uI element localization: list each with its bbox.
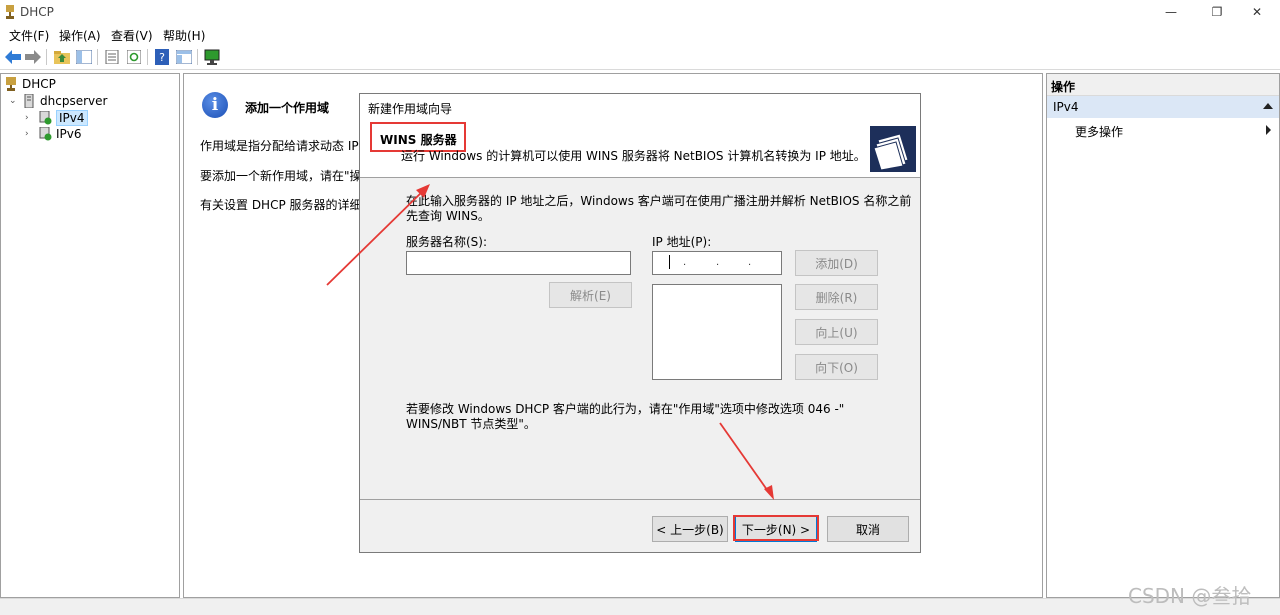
console-icon[interactable] [174, 47, 194, 67]
dhcp-app-icon [6, 5, 14, 19]
tree-label-ipv4: IPv4 [56, 110, 88, 126]
show-hide-tree-icon[interactable] [74, 47, 94, 67]
toolbar: ? [0, 44, 1280, 70]
wins-server-list[interactable] [652, 284, 782, 380]
tree-label-ipv6: IPv6 [56, 127, 82, 141]
wins-subtext: 运行 Windows 的计算机可以使用 WINS 服务器将 NetBIOS 计算… [401, 149, 866, 163]
tree-item-server[interactable]: ⌄ dhcpserver [9, 93, 107, 109]
server-name-label: 服务器名称(S): [406, 235, 488, 249]
tree-label-dhcp: DHCP [22, 77, 56, 91]
status-bar [0, 598, 1280, 615]
actions-header: 操作 [1047, 74, 1279, 96]
console-tree: DHCP ⌄ dhcpserver › IPv4 › IPv6 [0, 73, 180, 598]
chevron-down-icon[interactable]: ⌄ [9, 96, 19, 106]
add-button[interactable]: 添加(D) [795, 250, 878, 276]
folder-up-icon[interactable] [52, 47, 72, 67]
text-cursor [669, 255, 670, 269]
note-line-2: WINS/NBT 节点类型"。 [406, 417, 536, 431]
close-button[interactable]: ✕ [1234, 0, 1280, 24]
ipv6-icon [39, 127, 52, 141]
collapse-triangle-icon[interactable] [1263, 103, 1273, 109]
menu-help[interactable]: 帮助(H) [163, 27, 205, 44]
menu-action[interactable]: 操作(A) [59, 27, 101, 44]
server-icon [24, 94, 34, 108]
menu-view[interactable]: 查看(V) [111, 27, 153, 44]
menu-file[interactable]: 文件(F) [9, 27, 49, 44]
tree-item-dhcp[interactable]: DHCP [4, 76, 56, 92]
refresh-icon[interactable] [124, 47, 144, 67]
forward-arrow-icon[interactable] [23, 47, 43, 67]
resolve-button[interactable]: 解析(E) [549, 282, 632, 308]
dialog-divider [360, 499, 920, 500]
move-down-button[interactable]: 向下(O) [795, 354, 878, 380]
title-bar: DHCP — ❐ ✕ [0, 0, 1280, 24]
info-icon: i [202, 92, 228, 118]
move-up-button[interactable]: 向上(U) [795, 319, 878, 345]
minimize-button[interactable]: — [1148, 0, 1194, 24]
window-title: DHCP [20, 5, 54, 19]
watermark: CSDN @叁拾 [1128, 584, 1252, 608]
center-title: 添加一个作用域 [245, 101, 330, 115]
actions-ipv4-label: IPv4 [1053, 100, 1079, 114]
back-arrow-icon[interactable] [3, 47, 23, 67]
tree-label-server: dhcpserver [40, 94, 108, 108]
dhcp-root-icon [6, 77, 16, 91]
actions-pane: 操作 IPv4 更多操作 [1046, 73, 1280, 598]
ipv4-icon [39, 111, 52, 125]
ip-address-label: IP 地址(P): [652, 235, 712, 249]
dialog-title: 新建作用域向导 [360, 94, 920, 118]
more-actions-link[interactable]: 更多操作 [1075, 123, 1123, 140]
center-text-3: 有关设置 DHCP 服务器的详细情 [200, 198, 374, 212]
server-name-input[interactable] [406, 251, 631, 275]
help-icon[interactable]: ? [152, 47, 172, 67]
dialog-header: WINS 服务器 运行 Windows 的计算机可以使用 WINS 服务器将 N… [360, 118, 920, 178]
folders-graphic-icon [870, 126, 916, 172]
next-highlight-box [733, 515, 819, 541]
center-text-1: 作用域是指分配给请求动态 IP 地 [200, 139, 375, 153]
cancel-button[interactable]: 取消 [827, 516, 909, 542]
ip-address-input[interactable]: . . . [652, 251, 782, 275]
intro-line-2: 先查询 WINS。 [406, 209, 490, 223]
new-scope-wizard-dialog: 新建作用域向导 WINS 服务器 运行 Windows 的计算机可以使用 WIN… [359, 93, 921, 553]
chevron-right-icon[interactable]: › [25, 129, 35, 139]
remove-button[interactable]: 删除(R) [795, 284, 878, 310]
center-text-2: 要添加一个新作用域，请在"操作 [200, 169, 374, 183]
tree-item-ipv6[interactable]: › IPv6 [25, 126, 82, 142]
tree-item-ipv4[interactable]: › IPv4 [25, 110, 88, 126]
back-button[interactable]: < 上一步(B) [652, 516, 728, 542]
monitor-icon[interactable] [202, 47, 222, 67]
menu-bar: 文件(F) 操作(A) 查看(V) 帮助(H) [0, 24, 1280, 44]
chevron-right-icon[interactable]: › [25, 113, 35, 123]
properties-icon[interactable] [102, 47, 122, 67]
submenu-arrow-icon [1266, 125, 1271, 135]
svg-text:?: ? [159, 51, 165, 64]
actions-ipv4-section[interactable]: IPv4 [1047, 96, 1279, 118]
